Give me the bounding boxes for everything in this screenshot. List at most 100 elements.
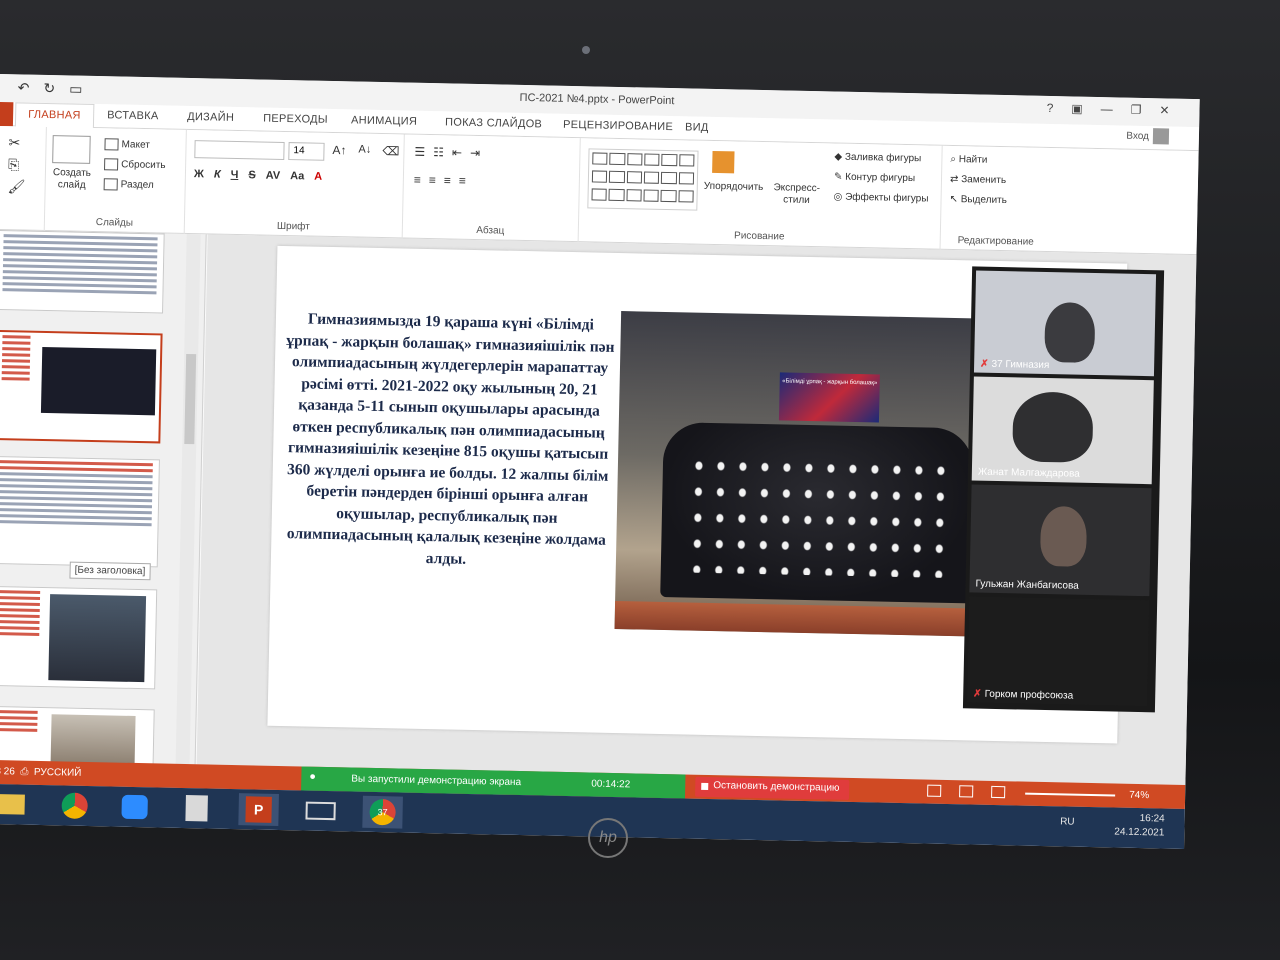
- quick-styles-button[interactable]: Экспресс-стили: [771, 182, 821, 207]
- participant-label: Горком профсоюза: [984, 688, 1074, 702]
- zoom-level[interactable]: 74%: [1129, 790, 1149, 801]
- change-case-icon[interactable]: Aa: [290, 170, 304, 182]
- stop-share-button[interactable]: Остановить демонстрацию: [695, 776, 850, 800]
- align-icons[interactable]: ≡≡≡≡: [414, 173, 474, 188]
- font-color-icon[interactable]: A: [314, 171, 322, 183]
- sorter-view-icon[interactable]: [959, 785, 974, 798]
- thumb-table: [0, 472, 159, 527]
- photo-banner-text: «Білімді ұрпақ - жарқын болашақ»: [782, 378, 878, 387]
- slide-photo[interactable]: «Білімді ұрпақ - жарқын болашақ»: [614, 311, 992, 637]
- normal-view-icon[interactable]: [927, 784, 942, 797]
- tab-transitions[interactable]: ПЕРЕХОДЫ: [263, 113, 328, 126]
- thumbnail-scrollbar[interactable]: [175, 233, 201, 765]
- copy-icon[interactable]: ⎘: [8, 156, 20, 173]
- video-tile[interactable]: Жанат Малгаждарова: [971, 376, 1154, 485]
- font-group-label: Шрифт: [276, 220, 310, 233]
- redo-icon[interactable]: ↻: [43, 80, 55, 97]
- shape-fill-button[interactable]: ◆ Заливка фигуры: [834, 151, 921, 164]
- undo-icon[interactable]: ↶: [18, 79, 30, 96]
- italic-button[interactable]: К: [214, 169, 221, 181]
- font-family-select[interactable]: [194, 140, 285, 160]
- layout-button[interactable]: Макет: [104, 138, 150, 151]
- tab-animation[interactable]: АНИМАЦИЯ: [351, 114, 417, 127]
- slideshow-icon[interactable]: ▭: [69, 80, 83, 97]
- tab-file[interactable]: [0, 101, 14, 127]
- profile-badge: 37: [369, 798, 396, 826]
- document-icon[interactable]: [176, 792, 217, 825]
- find-button[interactable]: ⌕ Найти: [950, 154, 987, 166]
- tab-home[interactable]: ГЛАВНАЯ: [14, 102, 94, 129]
- shrink-font-icon[interactable]: A↓: [358, 144, 371, 156]
- share-timer: 00:14:22: [591, 778, 631, 791]
- zoom-slider[interactable]: [1025, 792, 1116, 797]
- tab-review[interactable]: РЕЦЕНЗИРОВАНИЕ: [563, 119, 673, 133]
- select-button[interactable]: ↖ Выделить: [949, 194, 1007, 206]
- drawing-group: Упорядочить Экспресс-стили ◆ Заливка фиг…: [578, 138, 943, 250]
- strike-button[interactable]: S: [248, 169, 256, 181]
- replace-button[interactable]: ⇄ Заменить: [950, 174, 1006, 186]
- tab-slideshow[interactable]: ПОКАЗ СЛАЙДОВ: [445, 116, 542, 130]
- avatar: [1152, 128, 1170, 145]
- spellcheck-icon[interactable]: ⎙: [20, 767, 28, 778]
- window-title: ПС-2021 №4.pptx - PowerPoint: [519, 91, 675, 108]
- language-label[interactable]: РУССКИЙ: [34, 767, 82, 779]
- slide-thumbnail-selected[interactable]: [0, 329, 163, 444]
- fill-label: Заливка фигуры: [844, 151, 922, 165]
- slide-thumbnail[interactable]: [0, 585, 158, 690]
- grow-font-icon[interactable]: A↑: [332, 143, 346, 157]
- zoom-icon[interactable]: [114, 791, 155, 824]
- slide-thumbnail[interactable]: [0, 455, 160, 568]
- cut-icon[interactable]: ✂: [8, 134, 20, 151]
- shape-outline-button[interactable]: ✎ Контур фигуры: [834, 171, 915, 184]
- bold-button[interactable]: Ж: [194, 168, 204, 180]
- system-clock[interactable]: 16:24 24.12.2021: [1114, 812, 1165, 841]
- tab-insert[interactable]: ВСТАВКА: [107, 109, 159, 122]
- chrome-profile-icon[interactable]: 37: [362, 795, 403, 829]
- photo-banner: «Білімді ұрпақ - жарқын болашақ»: [778, 372, 880, 423]
- new-slide-button[interactable]: Создать слайд: [50, 167, 94, 192]
- select-label: Выделить: [960, 194, 1007, 207]
- maximize-icon[interactable]: ❐: [1131, 103, 1142, 117]
- slide-text-box[interactable]: Гимназиямызда 19 қараша күні «Білімді ұр…: [281, 308, 616, 573]
- arrange-button[interactable]: Упорядочить: [704, 181, 764, 193]
- reset-button[interactable]: Сбросить: [104, 158, 166, 171]
- input-language[interactable]: RU: [1060, 816, 1075, 827]
- char-spacing-icon[interactable]: AV: [266, 170, 281, 182]
- close-icon[interactable]: ✕: [1159, 103, 1169, 117]
- video-tile[interactable]: ✗ Горком профсоюза: [967, 596, 1150, 707]
- underline-button[interactable]: Ч: [231, 169, 239, 181]
- camera-app-icon[interactable]: [300, 794, 341, 827]
- help-icon[interactable]: ?: [1047, 101, 1054, 115]
- sign-in[interactable]: Вход: [1126, 128, 1170, 145]
- video-tile[interactable]: Гульжан Жанбагисова: [969, 484, 1152, 597]
- section-button[interactable]: Раздел: [103, 178, 154, 191]
- minimize-icon[interactable]: —: [1101, 102, 1113, 116]
- slides-group: Создать слайд Макет Сбросить Раздел Слай…: [44, 126, 187, 234]
- shape-effects-button[interactable]: ◎ Эффекты фигуры: [833, 191, 928, 204]
- powerpoint-icon[interactable]: P: [238, 793, 279, 826]
- format-buttons: Ж К Ч S AV Aa A: [194, 168, 323, 183]
- participant-video: [1012, 391, 1094, 463]
- scrollbar-thumb[interactable]: [184, 353, 197, 445]
- chrome-icon[interactable]: [54, 789, 95, 822]
- tab-view[interactable]: ВИД: [685, 121, 709, 133]
- screen: ↶ ↻ ▭ ПС-2021 №4.pptx - PowerPoint ? ▣ —…: [0, 74, 1200, 849]
- ribbon-display-icon[interactable]: ▣: [1071, 101, 1083, 115]
- video-tile[interactable]: ✗ 37 Гимназия: [973, 270, 1157, 377]
- clear-format-icon[interactable]: ⌫: [382, 144, 399, 158]
- thumb-text: [0, 710, 44, 732]
- new-slide-icon[interactable]: [52, 135, 91, 164]
- effects-label: Эффекты фигуры: [845, 191, 929, 205]
- slide-thumbnail[interactable]: [0, 229, 165, 314]
- thumb-text: [0, 590, 46, 636]
- tab-design[interactable]: ДИЗАЙН: [187, 111, 234, 124]
- list-icons[interactable]: ☰☷⇤⇥: [414, 145, 488, 161]
- format-painter-icon[interactable]: 🖌: [7, 178, 25, 195]
- layout-label: Макет: [121, 139, 150, 151]
- font-size-select[interactable]: 14: [288, 142, 325, 161]
- hp-logo: hp: [588, 818, 628, 858]
- file-explorer-icon[interactable]: [0, 788, 31, 821]
- reading-view-icon[interactable]: [991, 785, 1006, 799]
- thumb-table: [0, 234, 164, 295]
- shapes-gallery[interactable]: [587, 148, 699, 211]
